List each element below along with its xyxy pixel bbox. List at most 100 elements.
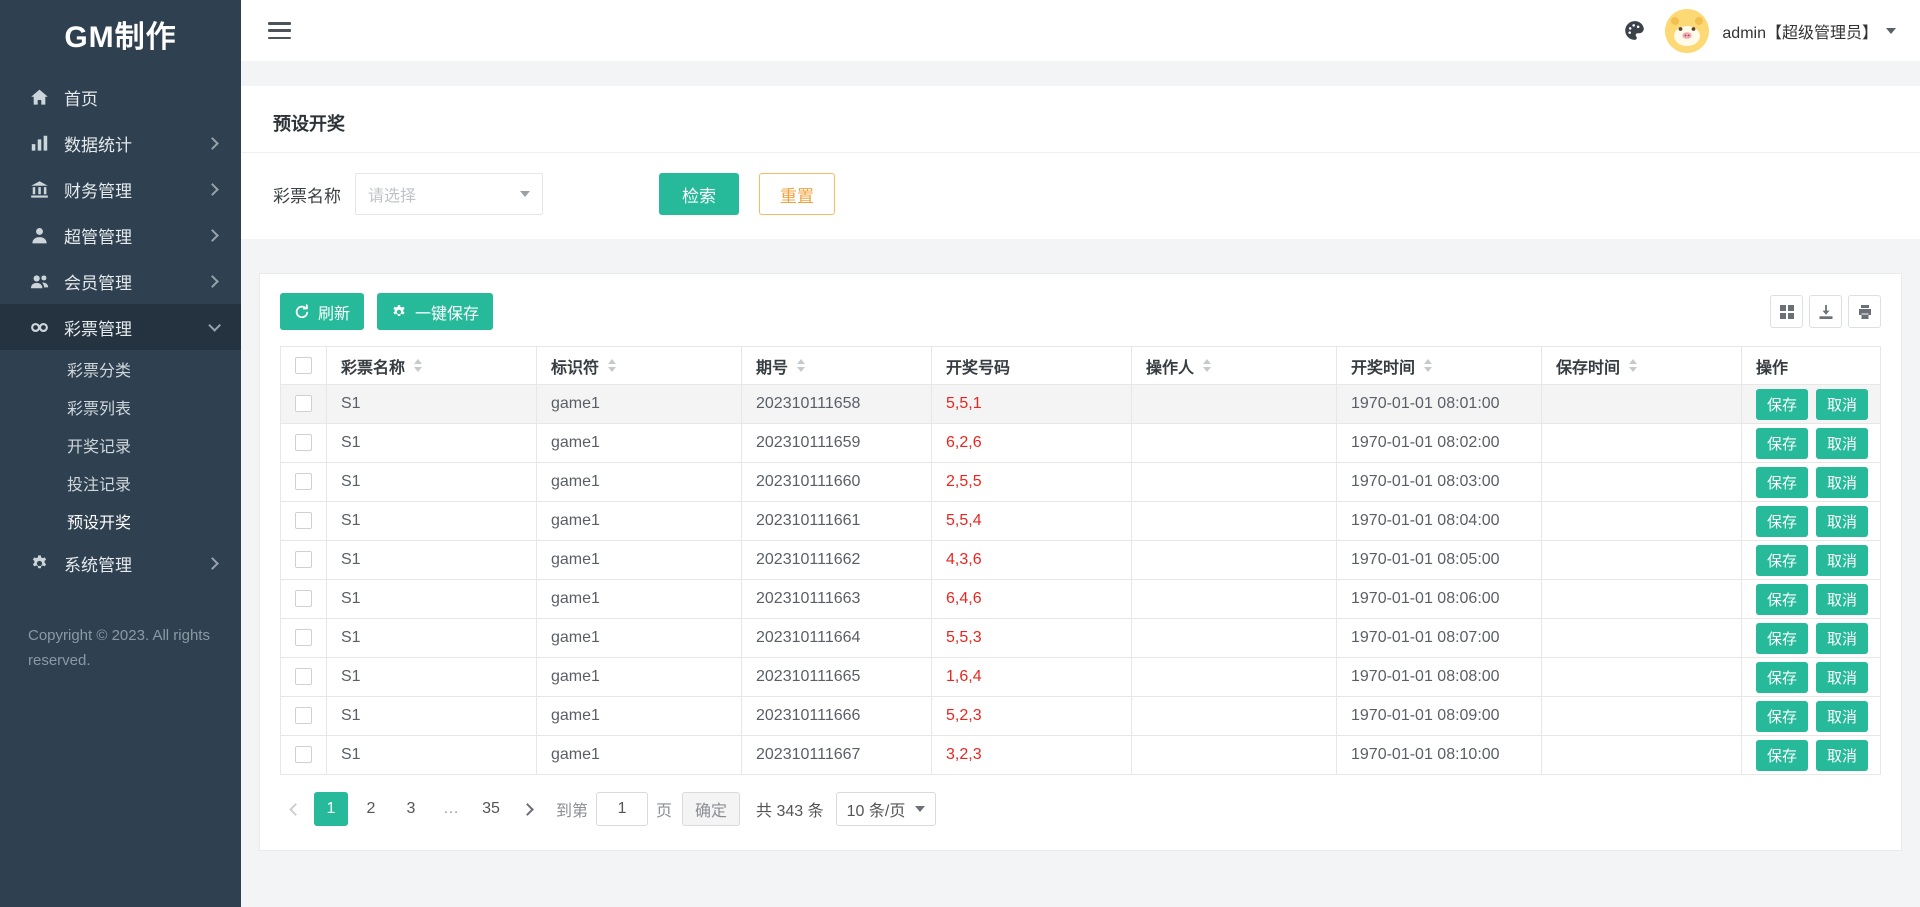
cell-issue: 202310111664 [741, 618, 932, 658]
column-header[interactable]: 期号 [741, 346, 932, 385]
sidebar-item-bank[interactable]: 财务管理 [0, 166, 241, 212]
row-cancel-button[interactable]: 取消 [1816, 466, 1869, 498]
select-all-checkbox[interactable] [295, 356, 312, 374]
cell-actions: 保存 取消 [1741, 540, 1881, 580]
pagination: 123 … 35 到第 页 确定 共 343 条 10 条/页 [280, 792, 1881, 826]
sort-icon[interactable] [797, 359, 806, 372]
column-header[interactable]: 标识符 [536, 346, 742, 385]
avatar[interactable] [1665, 8, 1710, 53]
cell-issue: 202310111665 [741, 657, 932, 697]
table-row: S1 game1 202310111659 6,2,6 1970-01-01 08:02… [280, 423, 1881, 463]
row-cancel-button[interactable]: 取消 [1816, 622, 1869, 654]
cell-name: S1 [326, 540, 537, 580]
row-save-button[interactable]: 保存 [1756, 544, 1809, 576]
print-button[interactable] [1848, 295, 1881, 328]
column-header-label: 操作 [1756, 359, 1789, 377]
page-button[interactable]: 3 [394, 792, 428, 826]
cell-issue: 202310111658 [741, 384, 932, 424]
search-button[interactable]: 检索 [659, 173, 739, 215]
table-row: S1 game1 202310111661 5,5,4 1970-01-01 08:04… [280, 501, 1881, 541]
cell-name: S1 [326, 501, 537, 541]
next-page-button[interactable] [512, 792, 542, 826]
home-icon [30, 88, 49, 107]
row-checkbox[interactable] [295, 551, 312, 569]
table-row: S1 game1 202310111666 5,2,3 1970-01-01 08:09… [280, 696, 1881, 736]
column-header[interactable]: 彩票名称 [326, 346, 537, 385]
sidebar-subitem-3[interactable]: 投注记录 [0, 464, 241, 502]
sort-icon[interactable] [1629, 359, 1638, 372]
row-save-button[interactable]: 保存 [1756, 388, 1809, 420]
row-checkbox[interactable] [295, 590, 312, 608]
sidebar-item-gear[interactable]: 系统管理 [0, 540, 241, 586]
sidebar-item-chart[interactable]: 数据统计 [0, 120, 241, 166]
row-checkbox[interactable] [295, 746, 312, 764]
row-checkbox[interactable] [295, 707, 312, 725]
column-header[interactable]: 操作人 [1131, 346, 1337, 385]
row-save-button[interactable]: 保存 [1756, 505, 1809, 537]
row-save-button[interactable]: 保存 [1756, 466, 1809, 498]
row-save-button[interactable]: 保存 [1756, 622, 1809, 654]
page-button[interactable]: 2 [354, 792, 388, 826]
row-checkbox[interactable] [295, 512, 312, 530]
export-button[interactable] [1809, 295, 1842, 328]
chart-icon [30, 134, 49, 153]
row-checkbox[interactable] [295, 668, 312, 686]
row-cancel-button[interactable]: 取消 [1816, 544, 1869, 576]
row-cancel-button[interactable]: 取消 [1816, 661, 1869, 693]
sort-icon[interactable] [1424, 359, 1433, 372]
page-button[interactable]: 35 [474, 792, 508, 826]
refresh-button[interactable]: 刷新 [280, 293, 365, 330]
row-checkbox[interactable] [295, 473, 312, 491]
page-jump-input[interactable] [596, 792, 649, 826]
row-cancel-button[interactable]: 取消 [1816, 427, 1869, 459]
row-cancel-button[interactable]: 取消 [1816, 739, 1869, 771]
sort-icon[interactable] [414, 359, 423, 372]
sidebar-item-lottery[interactable]: 彩票管理 [0, 304, 241, 350]
column-header-label: 操作人 [1146, 359, 1195, 377]
gear-icon [391, 304, 407, 320]
sidebar-subitem-2[interactable]: 开奖记录 [0, 426, 241, 464]
sort-icon[interactable] [1203, 359, 1212, 372]
save-all-button[interactable]: 一键保存 [377, 293, 494, 330]
sidebar-item-label: 会员管理 [64, 273, 132, 293]
lottery-name-select[interactable]: 请选择 [355, 173, 543, 215]
sidebar-subitem-0[interactable]: 彩票分类 [0, 350, 241, 388]
sidebar-group-lottery: 彩票管理 彩票分类 彩票列表 开奖记录 投注记录 预设开奖 [0, 304, 241, 540]
row-cancel-button[interactable]: 取消 [1816, 505, 1869, 537]
prev-page-button[interactable] [280, 792, 310, 826]
user-menu[interactable]: admin【超级管理员】 [1722, 19, 1896, 43]
row-save-button[interactable]: 保存 [1756, 700, 1809, 732]
page-button[interactable]: 1 [314, 792, 348, 826]
topbar: admin【超级管理员】 [241, 0, 1920, 61]
jump-confirm-button[interactable]: 确定 [682, 792, 741, 826]
row-save-button[interactable]: 保存 [1756, 427, 1809, 459]
row-checkbox[interactable] [295, 629, 312, 647]
sidebar-subitem-1[interactable]: 彩票列表 [0, 388, 241, 426]
row-cancel-button[interactable]: 取消 [1816, 583, 1869, 615]
row-checkbox[interactable] [295, 434, 312, 452]
sidebar-item-label: 首页 [64, 89, 98, 109]
chevron-down-icon [520, 191, 530, 197]
columns-toggle-button[interactable] [1770, 295, 1803, 328]
sidebar-item-admin[interactable]: 超管管理 [0, 212, 241, 258]
page-size-select[interactable]: 10 条/页 [835, 792, 937, 826]
sidebar-submenu: 彩票分类 彩票列表 开奖记录 投注记录 预设开奖 [0, 350, 241, 540]
column-header[interactable]: 保存时间 [1541, 346, 1742, 385]
menu-toggle-icon[interactable] [268, 22, 291, 39]
sidebar-subitem-4[interactable]: 预设开奖 [0, 502, 241, 540]
row-save-button[interactable]: 保存 [1756, 583, 1809, 615]
theme-palette-icon[interactable] [1624, 20, 1645, 41]
row-save-button[interactable]: 保存 [1756, 661, 1809, 693]
row-cancel-button[interactable]: 取消 [1816, 388, 1869, 420]
sidebar-item-users[interactable]: 会员管理 [0, 258, 241, 304]
row-checkbox[interactable] [295, 395, 312, 413]
sidebar-group-users: 会员管理 [0, 258, 241, 304]
reset-button[interactable]: 重置 [759, 173, 835, 215]
sidebar-item-home[interactable]: 首页 [0, 74, 241, 120]
refresh-label: 刷新 [318, 305, 351, 323]
row-save-button[interactable]: 保存 [1756, 739, 1809, 771]
column-header[interactable]: 开奖时间 [1336, 346, 1542, 385]
cell-draw-time: 1970-01-01 08:06:00 [1336, 579, 1542, 619]
row-cancel-button[interactable]: 取消 [1816, 700, 1869, 732]
sort-icon[interactable] [608, 359, 617, 372]
